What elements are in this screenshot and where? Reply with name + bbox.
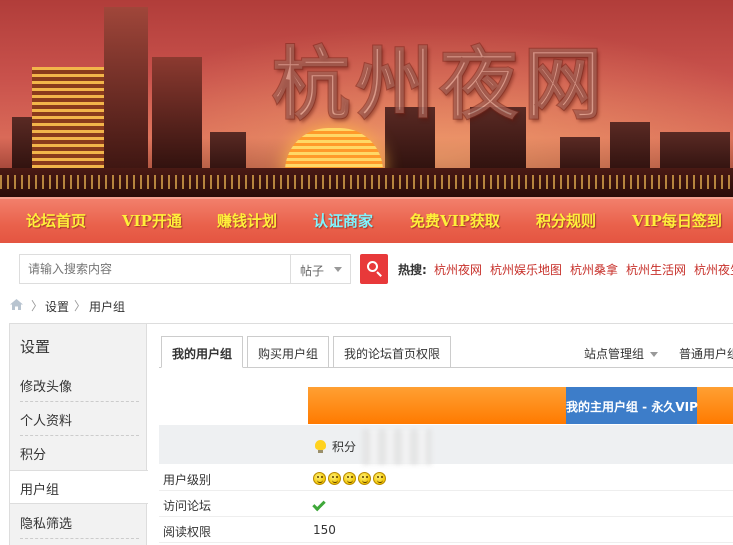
search-icon-handle: [376, 271, 382, 277]
visit-forum-label: 访问论坛: [163, 499, 212, 513]
chevron-down-icon: [650, 352, 659, 357]
chevron-down-icon: [334, 267, 342, 272]
banner-title: 杭州夜网: [271, 39, 609, 131]
sidebar-item-label: 用户组: [20, 483, 60, 498]
bulb-glass: [315, 440, 326, 450]
hot-link-4[interactable]: 杭州生活网: [626, 261, 686, 278]
sidebar-item-label: 修改头像: [20, 380, 73, 395]
points-label: 积分: [332, 440, 357, 454]
breadcrumb-settings[interactable]: 设置: [45, 298, 69, 315]
home-icon[interactable]: [10, 299, 23, 310]
blurred-value: [362, 429, 432, 465]
read-permission-value: 150: [313, 523, 336, 537]
search-box: [19, 254, 291, 284]
read-permission-label: 阅读权限: [163, 525, 212, 539]
building-3: [152, 57, 202, 177]
hot-link-1[interactable]: 杭州夜网: [434, 261, 482, 278]
building-1: [32, 67, 104, 177]
sidebar-item-profile[interactable]: 个人资料: [10, 402, 147, 436]
smiley-icon: [313, 472, 326, 485]
nav-certified-merchant[interactable]: 认证商家: [313, 210, 373, 231]
tab-my-usergroup[interactable]: 我的用户组: [161, 336, 244, 368]
main-content: 我的用户组 购买用户组 我的论坛首页权限 站点管理组 普通用户组 我的主用户组 …: [147, 323, 733, 545]
user-level-row: 用户级别: [159, 465, 733, 491]
normal-user-group-label: 普通用户组: [679, 347, 733, 361]
hot-link-3[interactable]: 杭州桑拿: [570, 261, 618, 278]
tab-forum-home-permission[interactable]: 我的论坛首页权限: [333, 336, 452, 368]
sidebar-item-label: 隐私筛选: [20, 517, 73, 532]
smiley-icon: [328, 472, 341, 485]
visit-forum-value: [312, 497, 326, 512]
settings-sidebar: 设置 修改头像 个人资料 积分 用户组 隐私筛选: [9, 323, 148, 545]
city-lights: [0, 175, 733, 189]
hot-link-5[interactable]: 杭州夜生: [694, 261, 733, 278]
user-level-label: 用户级别: [163, 473, 212, 487]
search-icon: [367, 261, 378, 272]
lightbulb-icon: [315, 440, 326, 454]
search-input[interactable]: [20, 255, 290, 283]
chevron-right-icon: 〉: [31, 299, 44, 313]
check-icon: [312, 497, 326, 512]
sidebar-title: 设置: [20, 338, 51, 356]
nav-earn-plan[interactable]: 赚钱计划: [217, 210, 277, 231]
main-nav: 论坛首页 VIP开通 赚钱计划 认证商家 免费VIP获取 积分规则 VIP每日签…: [0, 197, 733, 243]
nav-points-rules[interactable]: 积分规则: [536, 210, 596, 231]
hot-link-2[interactable]: 杭州娱乐地图: [490, 261, 562, 278]
smiley-icon: [373, 472, 386, 485]
points-row: [159, 425, 733, 464]
nav-free-vip[interactable]: 免费VIP获取: [410, 210, 500, 231]
group-header-bar: 我的主用户组 - 永久VIP: [308, 387, 733, 424]
sidebar-item-avatar[interactable]: 修改头像: [10, 368, 147, 402]
divider: [20, 538, 139, 539]
search-type-value: 帖子: [300, 264, 325, 278]
smiley-icon: [358, 472, 371, 485]
chevron-right-icon: 〉: [74, 299, 87, 313]
site-banner: 杭州夜网: [0, 0, 733, 197]
search-row: 帖子 热搜: 杭州夜网 杭州娱乐地图 杭州桑拿 杭州生活网 杭州夜生: [0, 243, 733, 293]
visit-forum-row: 访问论坛: [159, 491, 733, 517]
search-button[interactable]: [360, 254, 388, 284]
site-admin-group-select[interactable]: 站点管理组: [584, 345, 659, 362]
normal-user-group-select[interactable]: 普通用户组: [679, 345, 733, 362]
sidebar-item-points[interactable]: 积分: [10, 436, 147, 470]
smiley-icon: [343, 472, 356, 485]
site-admin-group-label: 站点管理组: [584, 347, 645, 361]
nav-forum-home[interactable]: 论坛首页: [26, 210, 86, 231]
main-usergroup-badge: 我的主用户组 - 永久VIP: [566, 387, 698, 424]
sidebar-item-label: 积分: [20, 448, 47, 463]
building-2: [104, 7, 148, 177]
sidebar-item-privacy[interactable]: 隐私筛选: [10, 505, 147, 539]
hot-search-label: 热搜:: [398, 263, 427, 277]
sidebar-item-label: 个人资料: [20, 414, 73, 429]
tab-buy-usergroup[interactable]: 购买用户组: [247, 336, 330, 368]
breadcrumb: 〉 设置 〉 用户组: [0, 293, 733, 318]
nav-vip-open[interactable]: VIP开通: [122, 210, 182, 231]
bulb-base: [318, 450, 323, 453]
user-level-value: [313, 471, 388, 485]
search-type-select[interactable]: 帖子: [291, 254, 351, 284]
nav-vip-checkin[interactable]: VIP每日签到: [632, 210, 722, 231]
sidebar-item-usergroup[interactable]: 用户组: [10, 470, 148, 504]
breadcrumb-usergroup[interactable]: 用户组: [89, 298, 125, 315]
read-permission-row: 阅读权限 150: [159, 517, 733, 543]
